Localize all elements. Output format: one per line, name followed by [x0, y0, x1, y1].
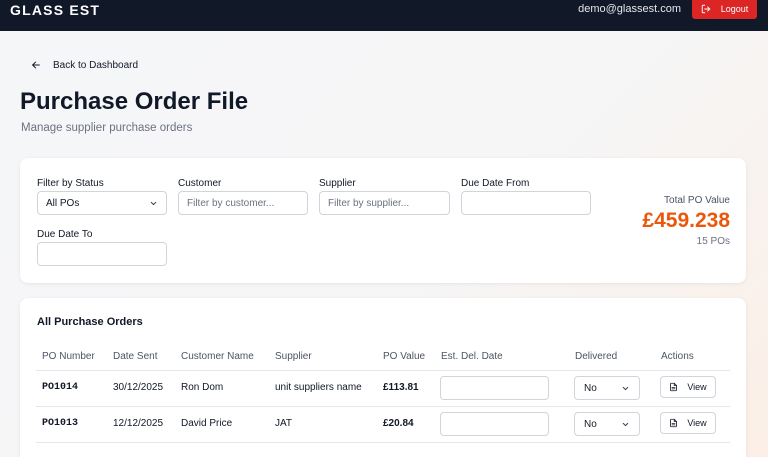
due-date-from-input[interactable] — [461, 191, 591, 215]
table-title: All Purchase Orders — [37, 316, 143, 328]
top-navbar: GLASS EST demo@glassest.com Logout — [0, 0, 768, 31]
logout-icon — [701, 4, 710, 13]
document-icon — [670, 382, 678, 392]
status-filter-label: Filter by Status — [37, 178, 104, 189]
due-date-to-label: Due Date To — [37, 229, 93, 240]
delivered-value: No — [584, 418, 597, 430]
page-title: Purchase Order File — [20, 88, 249, 115]
po-count: 15 POs — [696, 236, 730, 247]
total-po-value-label: Total PO Value — [664, 195, 730, 206]
status-filter-value: All POs — [46, 197, 80, 209]
back-link-label: Back to Dashboard — [53, 59, 139, 71]
view-button-label: View — [687, 418, 707, 428]
chevron-down-icon — [622, 422, 629, 426]
customer-filter-input[interactable] — [178, 191, 308, 215]
column-header-delivered: Delivered — [575, 351, 618, 362]
customer-cell: David Price — [181, 418, 233, 429]
column-header-customer-name: Customer Name — [181, 351, 254, 362]
view-button-label: View — [687, 382, 707, 392]
customer-filter-label: Customer — [178, 178, 222, 189]
date-sent-cell: 12/12/2025 — [113, 418, 164, 429]
column-header-po-value: PO Value — [383, 351, 426, 362]
logout-label: Logout — [720, 3, 749, 14]
purchase-orders-card: All Purchase Orders PO Number Date Sent … — [20, 298, 746, 457]
user-email: demo@glassest.com — [578, 3, 681, 15]
due-date-from-label: Due Date From — [461, 178, 530, 189]
document-icon — [670, 418, 678, 428]
supplier-cell: unit suppliers name — [275, 382, 362, 393]
brand-logo[interactable]: GLASS EST — [10, 2, 100, 18]
supplier-filter-input[interactable] — [319, 191, 450, 215]
chevron-down-icon — [150, 201, 157, 205]
arrow-left-icon — [32, 61, 40, 69]
po-value-cell: £20.84 — [383, 418, 414, 429]
view-button[interactable]: View — [660, 412, 716, 434]
logout-button[interactable]: Logout — [692, 0, 757, 19]
delivered-select[interactable]: No — [574, 376, 640, 400]
est-del-date-input[interactable] — [440, 376, 549, 400]
customer-cell: Ron Dom — [181, 382, 224, 393]
total-po-value: £459.238 — [642, 209, 730, 232]
delivered-select[interactable]: No — [574, 412, 640, 436]
po-number-cell: PO1013 — [42, 418, 79, 429]
delivered-value: No — [584, 382, 597, 394]
table-row: PO1014 30/12/2025 Ron Dom unit suppliers… — [36, 370, 730, 406]
supplier-filter-label: Supplier — [319, 178, 356, 189]
column-header-po-number: PO Number — [42, 351, 95, 362]
table-row-partial — [36, 442, 730, 457]
column-header-supplier: Supplier — [275, 351, 312, 362]
column-header-date-sent: Date Sent — [113, 351, 158, 362]
filter-card: Filter by Status All POs Customer Suppli… — [20, 158, 746, 283]
due-date-to-input[interactable] — [37, 242, 167, 266]
date-sent-cell: 30/12/2025 — [113, 382, 164, 393]
est-del-date-input[interactable] — [440, 412, 549, 436]
page-subtitle: Manage supplier purchase orders — [21, 122, 193, 134]
column-header-actions: Actions — [661, 351, 694, 362]
table-row: PO1013 12/12/2025 David Price JAT £20.84… — [36, 406, 730, 442]
view-button[interactable]: View — [660, 376, 716, 398]
po-number-cell: PO1014 — [42, 382, 79, 393]
supplier-cell: JAT — [275, 418, 293, 429]
po-value-cell: £113.81 — [383, 382, 419, 393]
chevron-down-icon — [622, 386, 629, 390]
back-to-dashboard-link[interactable]: Back to Dashboard — [31, 57, 138, 73]
column-header-est-del-date: Est. Del. Date — [441, 351, 503, 362]
status-filter-select[interactable]: All POs — [37, 191, 167, 215]
